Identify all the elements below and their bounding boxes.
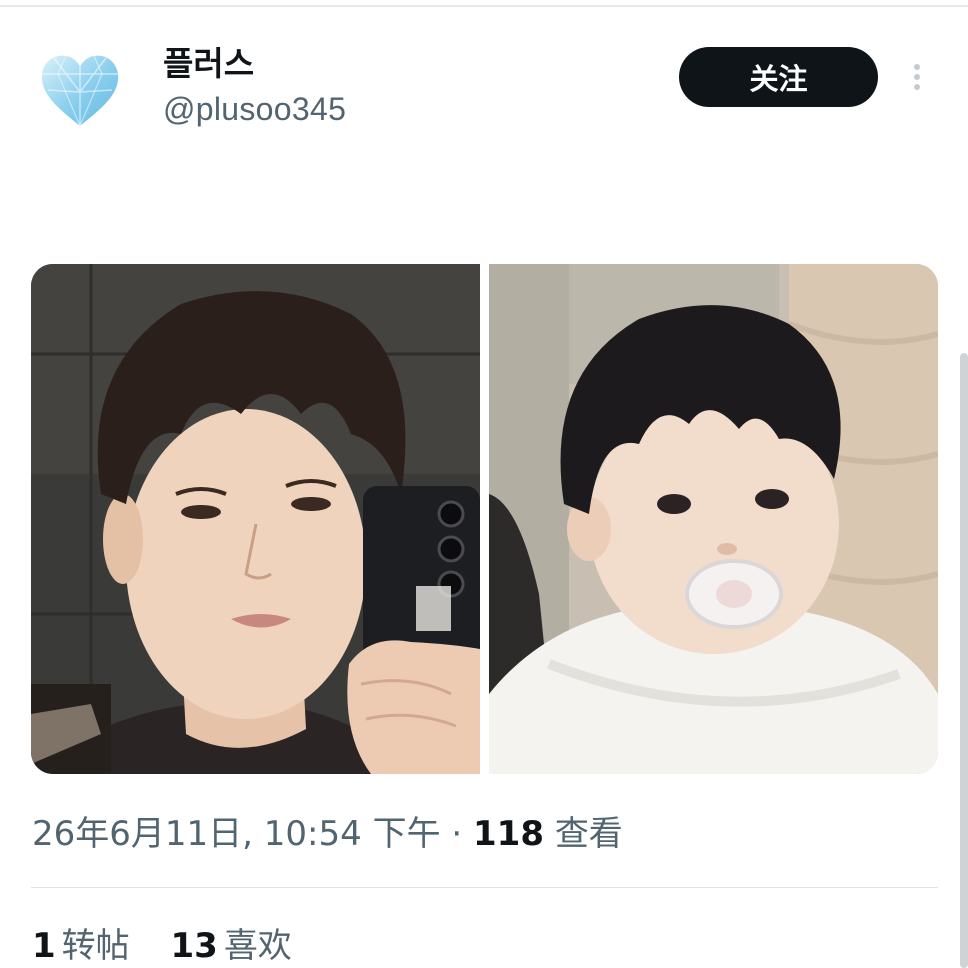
reposts-count: 1 <box>32 926 56 966</box>
mirror-selfie-photo[interactable] <box>31 264 480 774</box>
baby-with-pacifier-photo[interactable] <box>489 264 938 774</box>
tweet-meta: 26年6月11日, 10:54 下午 · 118 查看 <box>32 812 623 856</box>
likes-label: 喜欢 <box>223 926 292 966</box>
likes-stat[interactable]: 13 喜欢 <box>170 924 291 968</box>
scrollbar[interactable] <box>960 353 968 968</box>
timestamp[interactable]: 26年6月11日, 10:54 下午 <box>32 814 441 854</box>
stats-divider <box>31 887 938 888</box>
follow-button[interactable]: 关注 <box>679 47 878 107</box>
tweet-header: 플러스 @plusoo345 关注 <box>0 0 968 150</box>
meta-separator: · <box>451 814 463 854</box>
user-handle[interactable]: @plusoo345 <box>163 89 346 129</box>
display-name[interactable]: 플러스 <box>163 42 254 86</box>
blue-diamond-heart-icon[interactable] <box>38 52 122 128</box>
reposts-label: 转帖 <box>61 926 130 966</box>
likes-count: 13 <box>170 926 218 966</box>
tweet-stats: 1 转帖 13 喜欢 <box>32 924 322 968</box>
views-count: 118 <box>473 814 544 854</box>
more-vertical-icon[interactable] <box>903 60 931 96</box>
views-label: 查看 <box>554 814 623 854</box>
tweet-media-grid <box>31 264 938 774</box>
reposts-stat[interactable]: 1 转帖 <box>32 924 130 968</box>
